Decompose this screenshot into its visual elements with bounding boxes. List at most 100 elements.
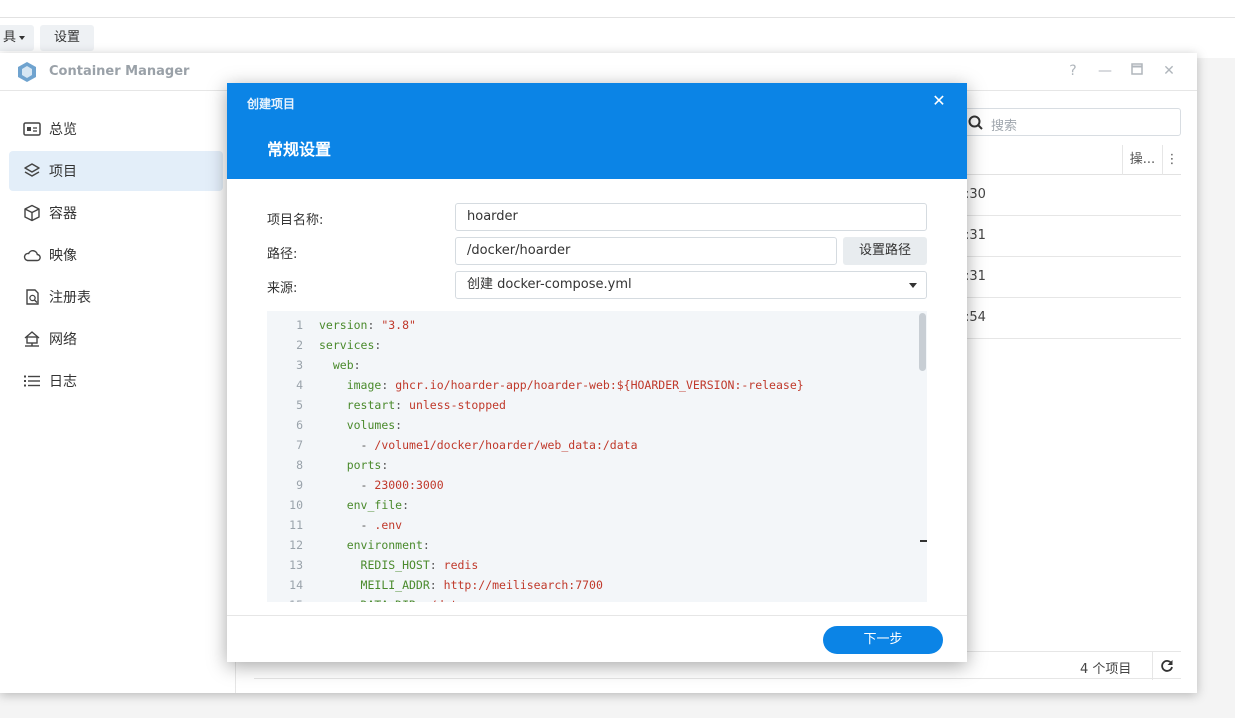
code-line[interactable]: 10 env_file: [267, 495, 917, 515]
set-path-button[interactable]: 设置路径 [843, 237, 927, 265]
sidebar-item-label: 总览 [49, 122, 77, 138]
sidebar-item-registry[interactable]: 注册表 [9, 277, 223, 317]
code-text: ports: [319, 455, 389, 475]
yaml-value: http://meilisearch:7700 [443, 578, 603, 592]
yaml-punctuation: : [367, 318, 382, 332]
code-text: - 23000:3000 [319, 475, 444, 495]
maximize-button[interactable] [1129, 63, 1145, 79]
close-dialog-button[interactable]: ✕ [931, 93, 947, 109]
settings-button[interactable]: 设置 [40, 25, 94, 51]
registry-icon [23, 288, 41, 306]
yaml-value: /data [430, 598, 465, 602]
sidebar-item-network[interactable]: 网络 [9, 319, 223, 359]
line-number: 13 [289, 558, 303, 572]
item-count: 4 个项目 [1080, 662, 1132, 677]
code-text: - .env [319, 515, 403, 535]
source-select-value: 创建 docker-compose.yml [467, 277, 632, 292]
code-text: version: "3.8" [319, 315, 416, 335]
line-number: 14 [289, 578, 303, 592]
yaml-key: REDIS_HOST [360, 558, 430, 572]
tools-label: 具 [2, 30, 16, 45]
code-line[interactable]: 1 version: "3.8" [267, 315, 917, 335]
project-name-field[interactable]: hoarder [455, 203, 927, 231]
yaml-punctuation: : [395, 418, 403, 432]
line-number: 4 [296, 378, 303, 392]
code-line[interactable]: 7 - /volume1/docker/hoarder/web_data:/da… [267, 435, 917, 455]
sidebar-item-containers[interactable]: 容器 [9, 193, 223, 233]
sidebar-item-label: 映像 [49, 248, 77, 264]
minimize-button[interactable]: — [1097, 63, 1113, 79]
compose-code-editor[interactable]: 1 version: "3.8" 2 services: 3 web: 4 image: … [267, 311, 927, 602]
yaml-key: version [319, 318, 368, 332]
maximize-icon [1131, 63, 1143, 75]
yaml-key: services [319, 338, 375, 352]
code-line[interactable]: 2 services: [267, 335, 917, 355]
yaml-punctuation: : [422, 538, 430, 552]
code-text: DATA_DIR: /data [319, 595, 465, 602]
path-field[interactable]: /docker/hoarder [455, 237, 837, 265]
yaml-value: 23000:3000 [374, 478, 444, 492]
yaml-value: /volume1/docker/hoarder/web_data:/data [374, 438, 638, 452]
code-line[interactable]: 4 image: ghcr.io/hoarder-app/hoarder-web… [267, 375, 917, 395]
sidebar-item-overview[interactable]: 总览 [9, 109, 223, 149]
desktop: 具 设置 Container Manager ? — ✕ 总览 项目 容器 映像… [0, 0, 1235, 718]
editor-scroll-thumb[interactable] [919, 313, 926, 371]
yaml-punctuation: : [374, 338, 382, 352]
line-number: 11 [289, 518, 303, 532]
path-label: 路径: [267, 247, 298, 262]
desktop-toolbar: 具 设置 [0, 18, 1235, 58]
yaml-key: restart [346, 398, 396, 412]
code-line[interactable]: 14 MEILI_ADDR: http://meilisearch:7700 [267, 575, 917, 595]
yaml-punctuation: : [429, 558, 444, 572]
refresh-button[interactable] [1152, 652, 1181, 680]
cell-time: :30 [965, 187, 986, 202]
close-window-button[interactable]: ✕ [1161, 63, 1177, 79]
code-line[interactable]: 5 restart: unless-stopped [267, 395, 917, 415]
code-line[interactable]: 12 environment: [267, 535, 917, 555]
search-icon [968, 115, 983, 130]
code-line[interactable]: 6 volumes: [267, 415, 917, 435]
code-text: web: [319, 355, 361, 375]
code-line[interactable]: 8 ports: [267, 455, 917, 475]
yaml-key: volumes [346, 418, 396, 432]
next-button[interactable]: 下一步 [823, 626, 943, 654]
yaml-punctuation: : [381, 378, 396, 392]
code-line[interactable]: 9 - 23000:3000 [267, 475, 917, 495]
resize-handle[interactable] [920, 540, 927, 542]
source-select[interactable]: 创建 docker-compose.yml [455, 271, 927, 299]
code-line[interactable]: 3 web: [267, 355, 917, 375]
tools-dropdown-button[interactable]: 具 [0, 25, 34, 51]
create-project-dialog: 创建项目 ✕ 常规设置 项目名称: hoarder 路径: /docker/ho… [227, 83, 967, 662]
code-text: env_file: [319, 495, 409, 515]
sidebar-item-logs[interactable]: 日志 [9, 361, 223, 401]
sidebar-item-label: 日志 [49, 374, 77, 390]
code-text: environment: [319, 535, 430, 555]
column-options-button[interactable]: ⋮ [1162, 145, 1181, 175]
container-manager-logo-icon [18, 62, 36, 82]
yaml-punctuation: - [360, 438, 375, 452]
code-line[interactable]: 13 REDIS_HOST: redis [267, 555, 917, 575]
sidebar-item-images[interactable]: 映像 [9, 235, 223, 275]
line-number: 7 [296, 438, 303, 452]
yaml-key: ports [346, 458, 382, 472]
chevron-down-icon [19, 35, 25, 40]
code-line[interactable]: 15 DATA_DIR: /data [267, 595, 917, 602]
code-line[interactable]: 11 - .env [267, 515, 917, 535]
dialog-title: 常规设置 [267, 140, 332, 159]
source-label: 来源: [267, 281, 298, 296]
help-button[interactable]: ? [1065, 63, 1081, 79]
yaml-punctuation: : [381, 458, 389, 472]
line-number: 8 [296, 458, 303, 472]
editor-scrollbar[interactable] [918, 311, 927, 602]
search-input[interactable]: 搜索 [962, 108, 1181, 136]
line-number: 3 [296, 358, 303, 372]
sidebar-item-label: 容器 [49, 206, 77, 222]
yaml-key: web [332, 358, 354, 372]
cloud-icon [23, 246, 41, 264]
network-icon [23, 330, 41, 348]
yaml-punctuation: : [429, 578, 444, 592]
line-number: 1 [296, 318, 303, 332]
column-header-operations[interactable]: 操... [1122, 145, 1162, 175]
sidebar-item-projects[interactable]: 项目 [9, 151, 223, 191]
code-text: - /volume1/docker/hoarder/web_data:/data [319, 435, 638, 455]
